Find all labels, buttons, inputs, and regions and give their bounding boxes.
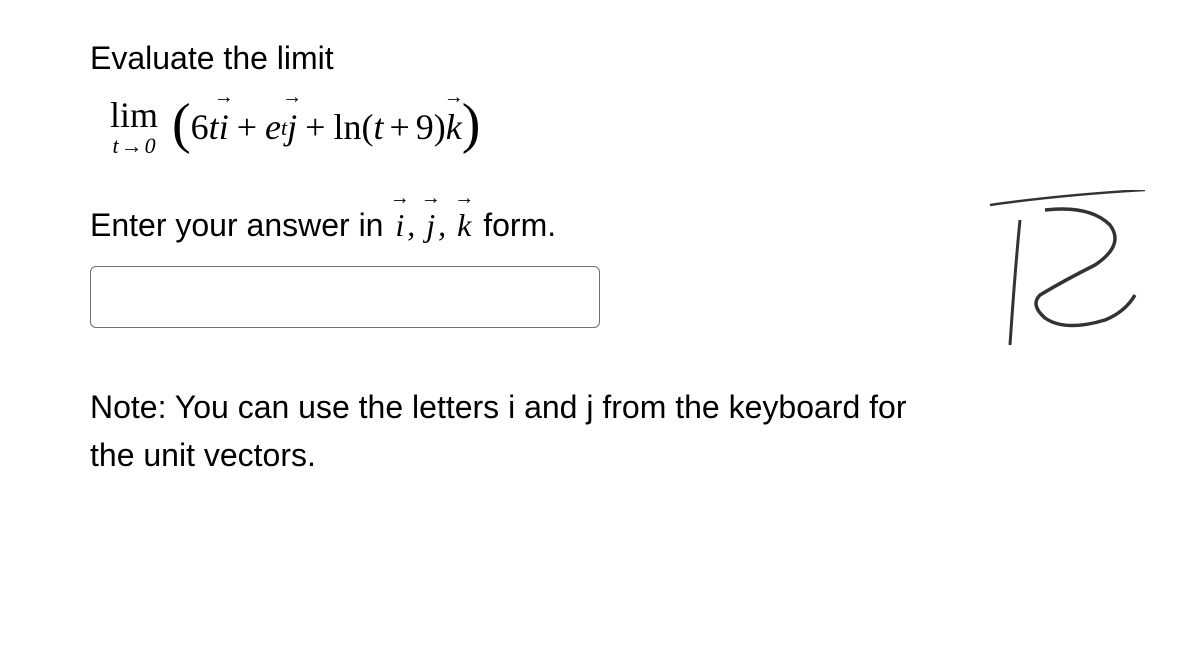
limit-expression: lim t→0 ( 6ti + etj + ln(t+9)k ): [110, 97, 1110, 157]
plus-3: +: [383, 106, 415, 148]
instruction-comma2: ,: [438, 207, 454, 243]
instruction-comma1: ,: [407, 207, 423, 243]
vec-j: j: [287, 106, 297, 148]
vec-k: k: [446, 106, 462, 148]
limit-operator: lim t→0: [110, 97, 158, 157]
plus-1: +: [229, 106, 265, 148]
lim-arrow: →: [119, 133, 145, 158]
rpar3: ): [434, 106, 446, 148]
inner3a: t: [373, 106, 383, 148]
term-1: 6ti: [191, 106, 229, 148]
var1: t: [209, 106, 219, 148]
expression-body: ( 6ti + etj + ln(t+9)k ): [172, 106, 480, 148]
instruction-vec-i: i: [395, 207, 404, 244]
keyboard-note: Note: You can use the letters i and j fr…: [90, 383, 950, 479]
lpar3: (: [361, 106, 373, 148]
term-2: etj: [265, 106, 297, 148]
answer-instruction: Enter your answer in i, j, k form.: [90, 207, 1110, 244]
lim-var: t: [112, 133, 118, 158]
instruction-vec-k: k: [457, 207, 471, 244]
inner3b: 9: [416, 106, 434, 148]
coef1: 6: [191, 106, 209, 148]
lim-subscript: t→0: [112, 135, 155, 157]
lim-target: 0: [145, 133, 156, 158]
base2: e: [265, 106, 281, 148]
lim-text: lim: [110, 97, 158, 133]
instruction-suffix: form.: [474, 207, 556, 243]
instruction-vec-j: j: [426, 207, 435, 244]
handwritten-annotation: [980, 190, 1150, 350]
term-3: ln(t+9)k: [333, 106, 461, 148]
answer-input[interactable]: [90, 266, 600, 328]
vec-i: i: [219, 106, 229, 148]
question-heading: Evaluate the limit: [90, 40, 1110, 77]
instruction-prefix: Enter your answer in: [90, 207, 392, 243]
plus-2: +: [297, 106, 333, 148]
func3: ln: [333, 106, 361, 148]
